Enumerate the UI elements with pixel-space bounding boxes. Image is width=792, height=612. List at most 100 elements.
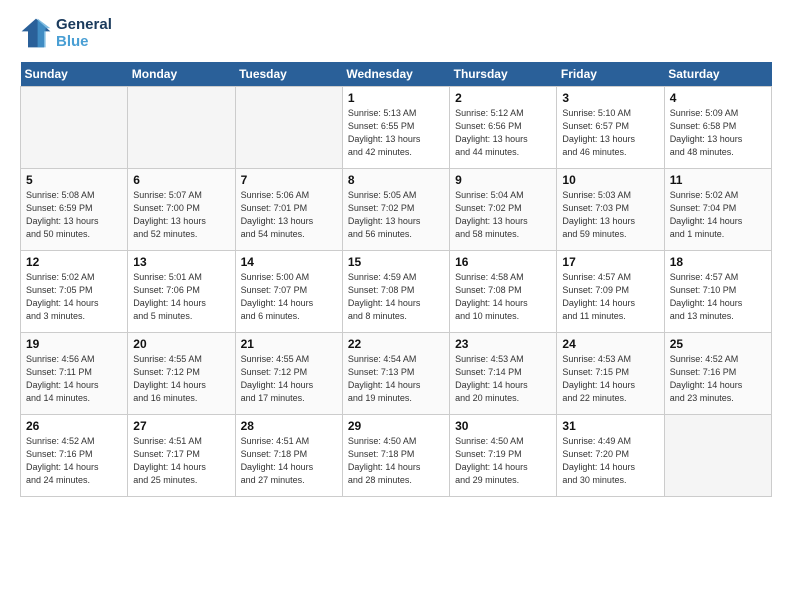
calendar-cell: 9Sunrise: 5:04 AMSunset: 7:02 PMDaylight…	[450, 169, 557, 251]
calendar-cell: 27 Sunrise: 4:51 AMSunset: 7:17 PMDayligh…	[128, 415, 235, 497]
day-number: 5	[26, 173, 122, 187]
logo: General Blue	[20, 16, 112, 50]
weekday-header-sunday: Sunday	[21, 62, 128, 87]
calendar-cell	[128, 87, 235, 169]
day-number: 11	[670, 173, 766, 187]
day-info: Sunrise: 4:50 AMSunset: 7:19 PMDaylight:…	[455, 435, 551, 487]
day-info: Sunrise: 4:54 AMSunset: 7:13 PMDaylight:…	[348, 353, 444, 405]
calendar-week-row: 19 Sunrise: 4:56 AMSunset: 7:11 PMDayligh…	[21, 333, 772, 415]
day-info: Sunrise: 4:51 AMSunset: 7:17 PMDaylight:…	[133, 435, 229, 487]
day-info: Sunrise: 4:49 AMSunset: 7:20 PMDaylight:…	[562, 435, 658, 487]
day-info: Sunrise: 5:03 AMSunset: 7:03 PMDaylight:…	[562, 189, 658, 241]
day-number: 26	[26, 419, 122, 433]
calendar-cell: 28Sunrise: 4:51 AMSunset: 7:18 PMDayligh…	[235, 415, 342, 497]
day-number: 12	[26, 255, 122, 269]
day-info: Sunrise: 5:13 AMSunset: 6:55 PMDaylight:…	[348, 107, 444, 159]
day-number: 25	[670, 337, 766, 351]
calendar-cell: 24Sunrise: 4:53 AMSunset: 7:15 PMDayligh…	[557, 333, 664, 415]
day-info: Sunrise: 4:56 AMSunset: 7:11 PMDaylight:…	[26, 353, 122, 405]
day-number: 1	[348, 91, 444, 105]
day-info: Sunrise: 4:52 AMSunset: 7:16 PMDaylight:…	[26, 435, 122, 487]
day-number: 17	[562, 255, 658, 269]
weekday-header-saturday: Saturday	[664, 62, 771, 87]
calendar-cell: 23 Sunrise: 4:53 AMSunset: 7:14 PMDayligh…	[450, 333, 557, 415]
day-info: Sunrise: 4:58 AMSunset: 7:08 PMDaylight:…	[455, 271, 551, 323]
calendar-cell: 11 Sunrise: 5:02 AMSunset: 7:04 PMDayligh…	[664, 169, 771, 251]
day-info: Sunrise: 5:09 AMSunset: 6:58 PMDaylight:…	[670, 107, 766, 159]
day-number: 22	[348, 337, 444, 351]
weekday-header-thursday: Thursday	[450, 62, 557, 87]
calendar-cell: 22 Sunrise: 4:54 AMSunset: 7:13 PMDayligh…	[342, 333, 449, 415]
day-info: Sunrise: 5:05 AMSunset: 7:02 PMDaylight:…	[348, 189, 444, 241]
calendar-cell: 25 Sunrise: 4:52 AMSunset: 7:16 PMDayligh…	[664, 333, 771, 415]
weekday-header-monday: Monday	[128, 62, 235, 87]
calendar-cell: 10 Sunrise: 5:03 AMSunset: 7:03 PMDayligh…	[557, 169, 664, 251]
day-info: Sunrise: 5:00 AMSunset: 7:07 PMDaylight:…	[241, 271, 337, 323]
day-number: 2	[455, 91, 551, 105]
calendar-week-row: 5 Sunrise: 5:08 AMSunset: 6:59 PMDaylight…	[21, 169, 772, 251]
calendar-cell: 18 Sunrise: 4:57 AMSunset: 7:10 PMDayligh…	[664, 251, 771, 333]
day-number: 23	[455, 337, 551, 351]
day-info: Sunrise: 4:55 AMSunset: 7:12 PMDaylight:…	[241, 353, 337, 405]
weekday-header-wednesday: Wednesday	[342, 62, 449, 87]
day-number: 29	[348, 419, 444, 433]
weekday-header-tuesday: Tuesday	[235, 62, 342, 87]
day-number: 28	[241, 419, 337, 433]
day-number: 3	[562, 91, 658, 105]
calendar-cell: 19 Sunrise: 4:56 AMSunset: 7:11 PMDayligh…	[21, 333, 128, 415]
calendar-week-row: 1 Sunrise: 5:13 AMSunset: 6:55 PMDaylight…	[21, 87, 772, 169]
day-number: 21	[241, 337, 337, 351]
calendar-cell: 12 Sunrise: 5:02 AMSunset: 7:05 PMDayligh…	[21, 251, 128, 333]
calendar-cell: 14 Sunrise: 5:00 AMSunset: 7:07 PMDayligh…	[235, 251, 342, 333]
calendar-cell: 7 Sunrise: 5:06 AMSunset: 7:01 PMDaylight…	[235, 169, 342, 251]
calendar-cell	[664, 415, 771, 497]
calendar-cell: 16 Sunrise: 4:58 AMSunset: 7:08 PMDayligh…	[450, 251, 557, 333]
day-number: 7	[241, 173, 337, 187]
calendar-table: SundayMondayTuesdayWednesdayThursdayFrid…	[20, 62, 772, 497]
day-info: Sunrise: 5:02 AMSunset: 7:04 PMDaylight:…	[670, 189, 766, 241]
day-info: Sunrise: 5:02 AMSunset: 7:05 PMDaylight:…	[26, 271, 122, 323]
calendar-cell: 29Sunrise: 4:50 AMSunset: 7:18 PMDayligh…	[342, 415, 449, 497]
day-info: Sunrise: 4:53 AMSunset: 7:14 PMDaylight:…	[455, 353, 551, 405]
day-number: 18	[670, 255, 766, 269]
logo-text: General Blue	[56, 16, 112, 50]
day-number: 27	[133, 419, 229, 433]
day-info: Sunrise: 5:06 AMSunset: 7:01 PMDaylight:…	[241, 189, 337, 241]
page-header: General Blue	[20, 16, 772, 50]
day-info: Sunrise: 4:59 AMSunset: 7:08 PMDaylight:…	[348, 271, 444, 323]
calendar-cell: 5 Sunrise: 5:08 AMSunset: 6:59 PMDaylight…	[21, 169, 128, 251]
calendar-cell: 6 Sunrise: 5:07 AMSunset: 7:00 PMDaylight…	[128, 169, 235, 251]
calendar-cell: 3Sunrise: 5:10 AMSunset: 6:57 PMDaylight…	[557, 87, 664, 169]
calendar-cell	[21, 87, 128, 169]
day-number: 19	[26, 337, 122, 351]
day-info: Sunrise: 5:08 AMSunset: 6:59 PMDaylight:…	[26, 189, 122, 241]
calendar-cell: 4 Sunrise: 5:09 AMSunset: 6:58 PMDaylight…	[664, 87, 771, 169]
day-number: 16	[455, 255, 551, 269]
day-number: 10	[562, 173, 658, 187]
day-info: Sunrise: 4:52 AMSunset: 7:16 PMDaylight:…	[670, 353, 766, 405]
weekday-header-friday: Friday	[557, 62, 664, 87]
calendar-cell: 15Sunrise: 4:59 AMSunset: 7:08 PMDayligh…	[342, 251, 449, 333]
calendar-week-row: 12 Sunrise: 5:02 AMSunset: 7:05 PMDayligh…	[21, 251, 772, 333]
day-number: 6	[133, 173, 229, 187]
day-number: 20	[133, 337, 229, 351]
day-number: 24	[562, 337, 658, 351]
calendar-week-row: 26 Sunrise: 4:52 AMSunset: 7:16 PMDayligh…	[21, 415, 772, 497]
calendar-cell: 30 Sunrise: 4:50 AMSunset: 7:19 PMDayligh…	[450, 415, 557, 497]
calendar-cell: 20 Sunrise: 4:55 AMSunset: 7:12 PMDayligh…	[128, 333, 235, 415]
weekday-header-row: SundayMondayTuesdayWednesdayThursdayFrid…	[21, 62, 772, 87]
day-number: 31	[562, 419, 658, 433]
day-info: Sunrise: 5:07 AMSunset: 7:00 PMDaylight:…	[133, 189, 229, 241]
day-number: 4	[670, 91, 766, 105]
calendar-cell: 2 Sunrise: 5:12 AMSunset: 6:56 PMDaylight…	[450, 87, 557, 169]
calendar-cell: 21 Sunrise: 4:55 AMSunset: 7:12 PMDayligh…	[235, 333, 342, 415]
day-info: Sunrise: 5:12 AMSunset: 6:56 PMDaylight:…	[455, 107, 551, 159]
day-info: Sunrise: 4:57 AMSunset: 7:10 PMDaylight:…	[670, 271, 766, 323]
day-info: Sunrise: 5:04 AMSunset: 7:02 PMDaylight:…	[455, 189, 551, 241]
calendar-cell: 26 Sunrise: 4:52 AMSunset: 7:16 PMDayligh…	[21, 415, 128, 497]
day-number: 13	[133, 255, 229, 269]
day-number: 14	[241, 255, 337, 269]
day-number: 30	[455, 419, 551, 433]
day-info: Sunrise: 4:55 AMSunset: 7:12 PMDaylight:…	[133, 353, 229, 405]
calendar-cell: 31 Sunrise: 4:49 AMSunset: 7:20 PMDayligh…	[557, 415, 664, 497]
